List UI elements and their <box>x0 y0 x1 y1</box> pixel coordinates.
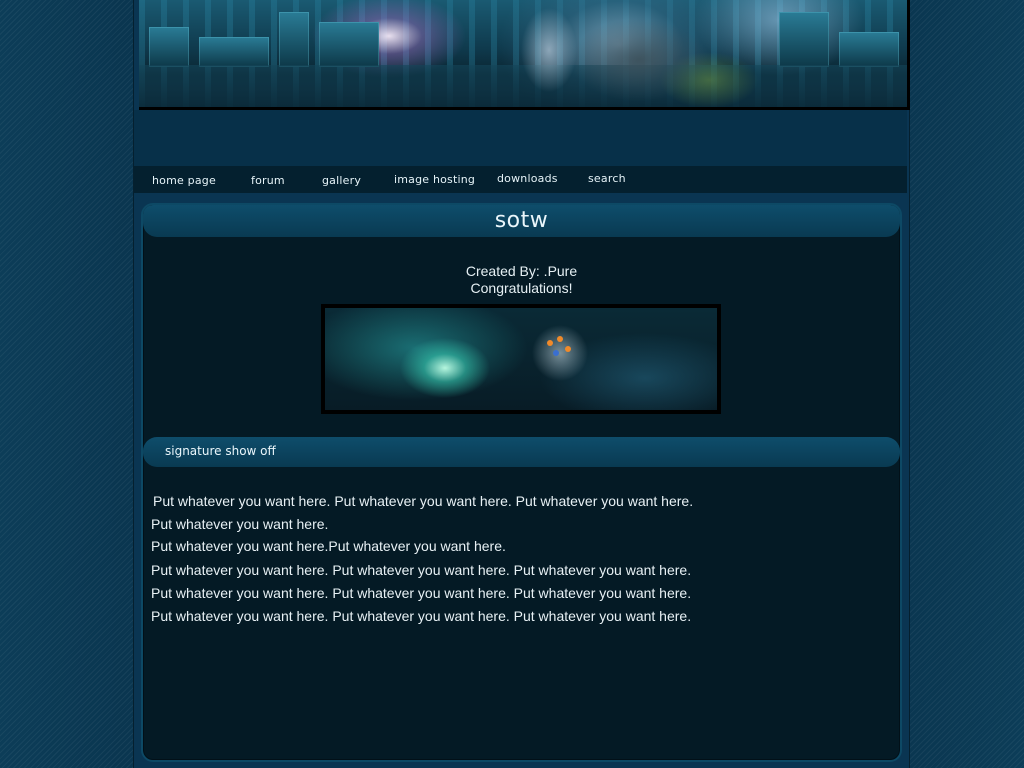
header-banner-image <box>139 0 910 110</box>
footer-strip <box>134 762 907 768</box>
signature-art-detail <box>565 346 571 352</box>
signature-art <box>325 308 717 410</box>
banner-building <box>839 32 899 67</box>
content-line: Put whatever you want here. Put whatever… <box>151 608 692 624</box>
sotw-panel: sotw Created By: .Pure Congratulations! … <box>141 203 902 762</box>
page-container: home page forum gallery image hosting do… <box>133 0 910 768</box>
content-line: Put whatever you want here. Put whatever… <box>151 562 692 578</box>
banner-creature-art <box>469 0 769 107</box>
content-line: Put whatever you want here. Put whatever… <box>151 585 692 601</box>
banner-building <box>149 27 189 67</box>
signature-art-detail <box>557 336 563 342</box>
winning-signature-image <box>321 304 721 414</box>
nav-gallery[interactable]: gallery <box>322 174 361 187</box>
header-spacer <box>134 110 907 166</box>
banner-building <box>199 37 269 67</box>
nav-downloads[interactable]: downloads <box>497 172 558 185</box>
main-nav: home page forum gallery image hosting do… <box>134 166 907 193</box>
sotw-title: sotw <box>494 208 549 233</box>
nav-forum[interactable]: forum <box>251 174 285 187</box>
sotw-header: sotw <box>143 205 900 237</box>
section-title: signature show off <box>165 444 276 458</box>
nav-image-hosting[interactable]: image hosting <box>394 173 475 186</box>
signature-art-detail <box>553 350 559 356</box>
banner-building <box>319 22 379 67</box>
nav-home-page[interactable]: home page <box>152 174 216 187</box>
content-line: Put whatever you want here. Put whatever… <box>153 493 694 509</box>
banner-building <box>279 12 309 67</box>
content-line: Put whatever you want here. <box>151 516 329 532</box>
signature-show-off-header: signature show off <box>143 437 900 467</box>
created-by-text: Created By: .Pure <box>465 263 578 279</box>
banner-building <box>779 12 829 67</box>
content-line: Put whatever you want here.Put whatever … <box>151 538 506 554</box>
congratulations-text: Congratulations! <box>470 280 573 296</box>
nav-search[interactable]: search <box>588 172 626 185</box>
signature-art-detail <box>547 340 553 346</box>
